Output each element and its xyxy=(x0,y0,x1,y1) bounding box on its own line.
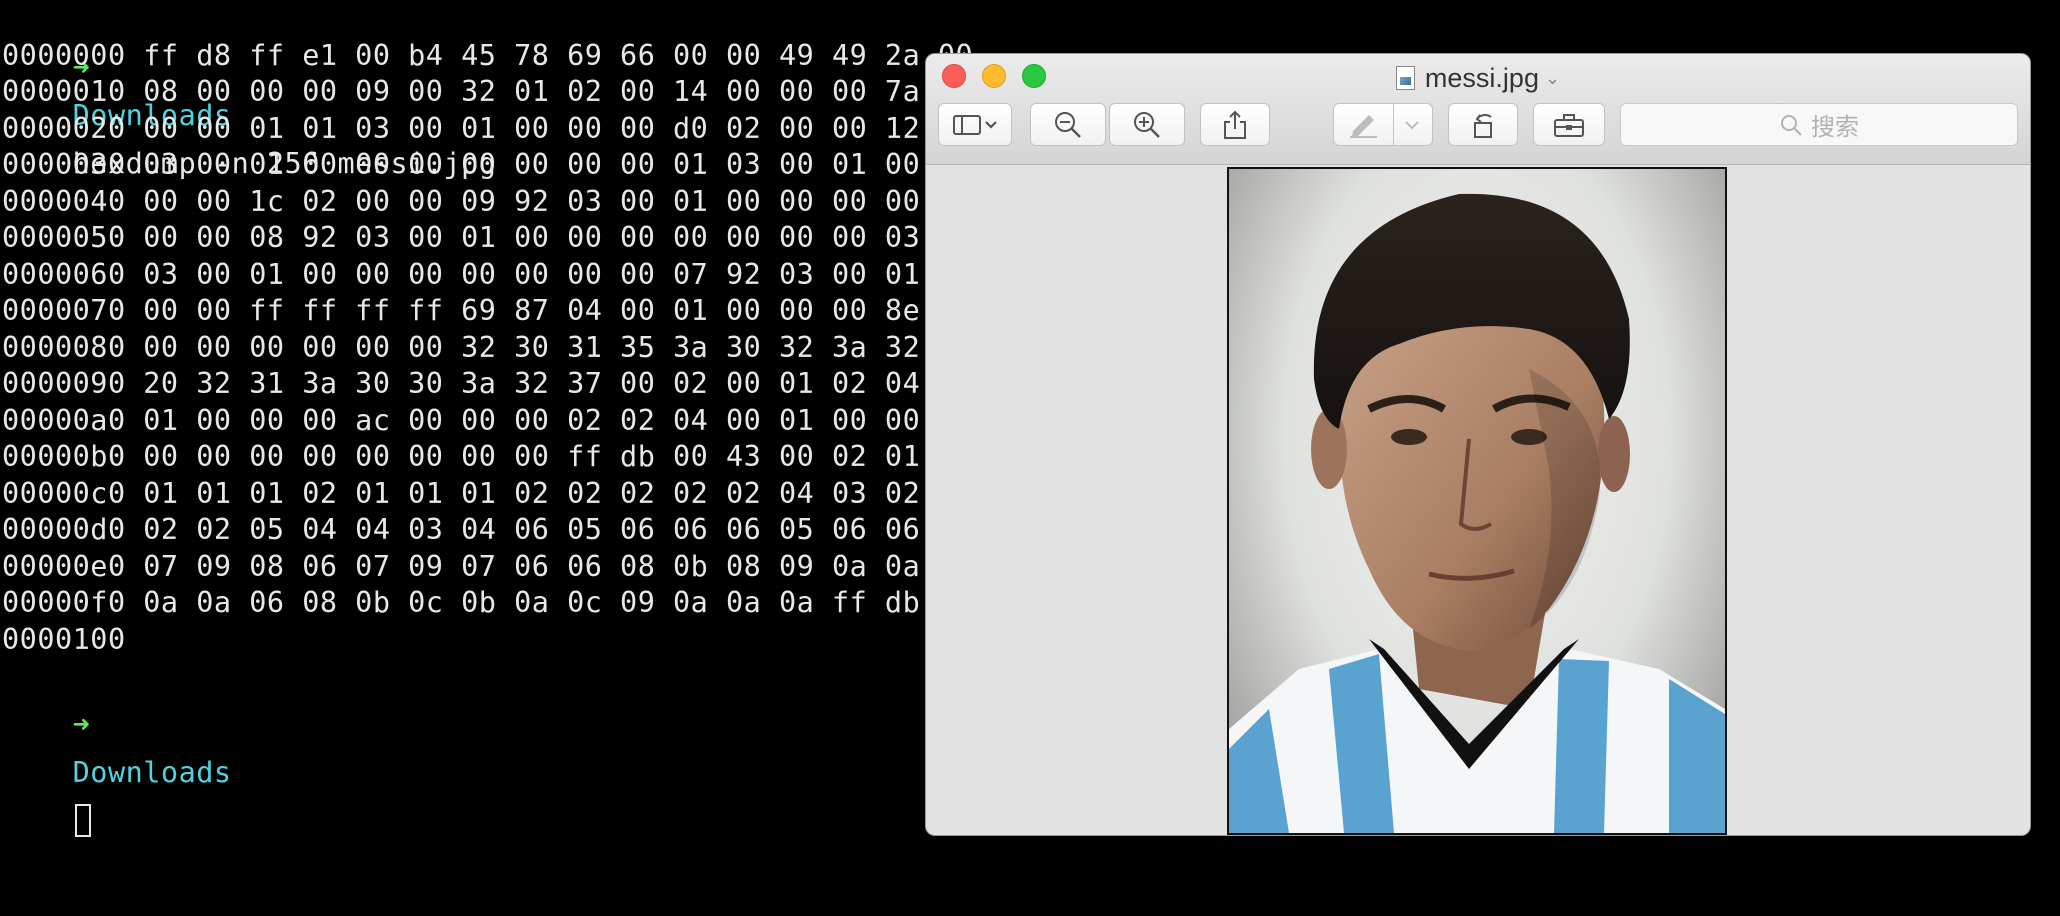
zoom-in-icon xyxy=(1134,111,1160,138)
image-canvas[interactable] xyxy=(926,165,2030,835)
preview-window[interactable]: messi.jpg ⌄ 搜索 xyxy=(926,54,2030,835)
toolbar-divider xyxy=(1392,103,1394,146)
share-button[interactable] xyxy=(1200,103,1270,146)
prompt-arrow: ➜ xyxy=(72,708,91,741)
rotate-left-icon xyxy=(1474,113,1492,138)
sidebar-toggle-button[interactable] xyxy=(938,103,1012,146)
zoom-out-button[interactable] xyxy=(1030,103,1106,146)
markup-button[interactable] xyxy=(1333,103,1433,146)
pen-icon xyxy=(1349,114,1377,138)
search-icon xyxy=(1781,114,1802,136)
zoom-out-icon xyxy=(1055,111,1081,138)
toolbox-icon xyxy=(1554,113,1584,137)
portrait-illustration xyxy=(1229,193,1725,833)
window-title-text: messi.jpg xyxy=(1424,63,1539,93)
search-placeholder: 搜索 xyxy=(1811,113,1859,141)
window-titlebar[interactable]: messi.jpg ⌄ 搜索 xyxy=(926,54,2030,165)
sidebar-icon xyxy=(953,114,997,135)
chevron-down-icon xyxy=(1404,120,1419,129)
rotate-button[interactable] xyxy=(1448,103,1518,146)
chevron-down-icon: ⌄ xyxy=(1544,67,1561,88)
text-cursor xyxy=(74,803,91,837)
portrait-photo xyxy=(1227,167,1727,835)
current-prompt-line[interactable]: ➜ Downloads xyxy=(2,653,232,837)
hexdump-line: 00000f0 0a 0a 06 08 0b 0c 0b 0a 0c 09 0a… xyxy=(2,586,974,619)
prompt-directory: Downloads xyxy=(72,756,232,789)
window-title[interactable]: messi.jpg ⌄ xyxy=(926,60,2030,96)
search-field[interactable]: 搜索 xyxy=(1620,103,2018,146)
share-icon xyxy=(1224,110,1246,139)
zoom-in-button[interactable] xyxy=(1109,103,1185,146)
jpg-document-icon xyxy=(1395,65,1415,90)
toolbox-button[interactable] xyxy=(1533,103,1605,146)
